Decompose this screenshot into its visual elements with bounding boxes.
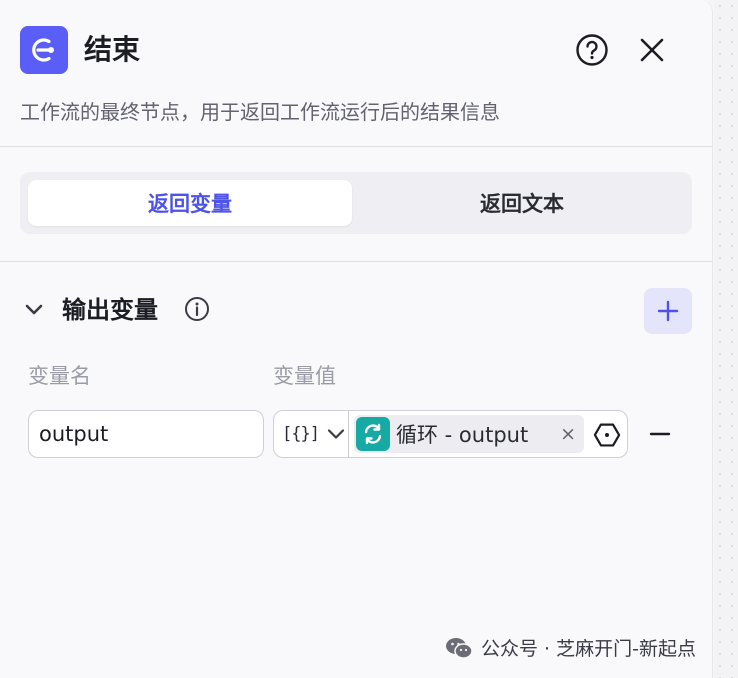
hexagon-settings-icon[interactable]: [593, 421, 621, 449]
divider: [0, 146, 712, 147]
reference-label: 循环 - output: [396, 423, 529, 447]
plus-icon: [657, 300, 679, 322]
chevron-down-icon: [327, 428, 345, 440]
watermark: 公众号 · 芝麻开门-新起点: [445, 634, 696, 661]
divider: [0, 261, 712, 262]
add-variable-button[interactable]: [644, 288, 692, 334]
return-mode-tabs: 返回变量 返回文本: [20, 172, 692, 234]
column-label-name: 变量名: [28, 364, 91, 388]
tab-return-text[interactable]: 返回文本: [360, 180, 684, 226]
canvas-background: [714, 0, 738, 678]
chevron-down-icon[interactable]: [20, 296, 48, 324]
section-title: 输出变量: [62, 296, 158, 324]
info-icon[interactable]: [184, 296, 210, 322]
variable-name-input[interactable]: [28, 410, 264, 458]
wechat-icon: [445, 636, 473, 660]
end-node-icon: [20, 26, 68, 74]
type-symbol: [{}]: [282, 424, 320, 444]
minus-icon: [649, 432, 671, 436]
loop-icon: [356, 417, 390, 451]
variable-type-select[interactable]: [{}]: [274, 411, 349, 457]
variable-value-field: [{}] 循环 - output ×: [273, 410, 628, 458]
end-node-panel: 结束 工作流的最终节点，用于返回工作流运行后的结果信息 返回变量 返回文本 输出…: [0, 0, 713, 678]
close-icon[interactable]: [634, 32, 670, 68]
help-icon[interactable]: [574, 32, 610, 68]
node-description: 工作流的最终节点，用于返回工作流运行后的结果信息: [20, 100, 500, 124]
panel-header: 结束: [20, 26, 692, 74]
watermark-text: 公众号 · 芝麻开门-新起点: [481, 638, 696, 660]
column-label-value: 变量值: [273, 364, 336, 388]
tab-return-variables[interactable]: 返回变量: [28, 180, 352, 226]
remove-reference-icon[interactable]: ×: [560, 421, 576, 447]
output-variables-header: 输出变量: [20, 288, 692, 334]
variable-reference-tag[interactable]: 循环 - output ×: [354, 415, 584, 453]
remove-variable-button[interactable]: [646, 420, 674, 448]
node-title[interactable]: 结束: [84, 32, 140, 68]
